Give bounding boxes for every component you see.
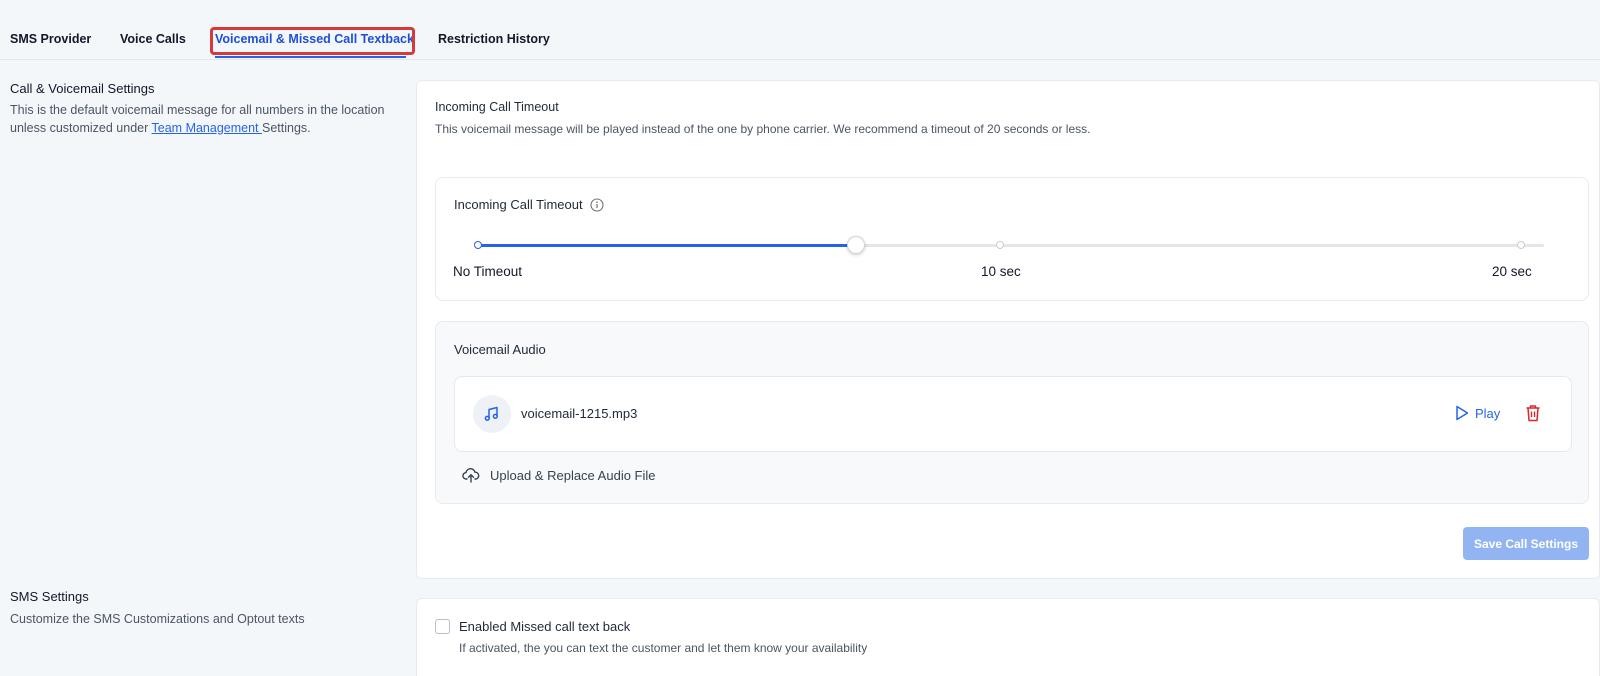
- slider-tick-10-sec: [996, 241, 1004, 249]
- trash-icon[interactable]: [1525, 404, 1541, 427]
- slider-label-row: Incoming Call Timeout: [454, 197, 604, 212]
- active-tab-indicator: [215, 56, 406, 58]
- play-label: Play: [1475, 405, 1501, 421]
- cloud-upload-icon: [462, 467, 480, 483]
- tick-label-20-sec: 20 sec: [1492, 264, 1532, 279]
- missed-call-textback-label: Enabled Missed call text back: [459, 619, 631, 634]
- slider-thumb[interactable]: [847, 236, 866, 254]
- slider-tick-20-sec: [1517, 241, 1525, 249]
- call-voicemail-settings-description: This is the default voicemail message fo…: [10, 101, 390, 137]
- tick-label-10-sec: 10 sec: [981, 264, 1021, 279]
- tab-bar: SMS Provider Voice Calls Voicemail & Mis…: [0, 0, 1600, 60]
- sms-settings-description: Customize the SMS Customizations and Opt…: [10, 612, 305, 626]
- tab-voicemail-missed-call-textback[interactable]: Voicemail & Missed Call Textback: [215, 32, 414, 46]
- sms-settings-card: Enabled Missed call text back If activat…: [416, 598, 1600, 676]
- tab-restriction-history[interactable]: Restriction History: [438, 32, 550, 46]
- music-note-icon: [473, 395, 511, 433]
- missed-call-textback-description: If activated, the you can text the custo…: [459, 641, 868, 655]
- play-button[interactable]: Play: [1455, 405, 1500, 421]
- incoming-call-timeout-description: This voicemail message will be played in…: [435, 122, 1091, 136]
- tab-sms-provider[interactable]: SMS Provider: [10, 32, 91, 46]
- audio-file-row: voicemail-1215.mp3 Play: [454, 376, 1572, 452]
- upload-label: Upload & Replace Audio File: [490, 467, 656, 483]
- timeout-slider-card: Incoming Call Timeout No Timeout 10 sec …: [435, 177, 1589, 301]
- incoming-call-timeout-heading: Incoming Call Timeout: [435, 100, 559, 114]
- info-icon[interactable]: [590, 197, 604, 212]
- call-voicemail-settings-title: Call & Voicemail Settings: [10, 81, 155, 96]
- save-call-settings-button[interactable]: Save Call Settings: [1463, 527, 1589, 560]
- team-management-link[interactable]: Team Management: [152, 121, 262, 135]
- audio-file-name: voicemail-1215.mp3: [521, 406, 638, 421]
- play-icon: [1455, 405, 1469, 421]
- slider-label: Incoming Call Timeout: [454, 197, 583, 212]
- upload-replace-audio-button[interactable]: Upload & Replace Audio File: [462, 467, 656, 483]
- tab-voice-calls[interactable]: Voice Calls: [120, 32, 186, 46]
- voicemail-audio-title: Voicemail Audio: [454, 342, 546, 357]
- voicemail-audio-card: Voicemail Audio voicemail-1215.mp3 Play …: [435, 321, 1589, 504]
- call-settings-card: Incoming Call Timeout This voicemail mes…: [416, 80, 1600, 579]
- tick-label-no-timeout: No Timeout: [453, 264, 523, 279]
- description-text-end: Settings.: [262, 121, 311, 135]
- missed-call-textback-checkbox[interactable]: [435, 619, 450, 634]
- slider-tick-no-timeout: [474, 241, 482, 249]
- slider-fill: [478, 244, 857, 247]
- sms-settings-title: SMS Settings: [10, 589, 89, 604]
